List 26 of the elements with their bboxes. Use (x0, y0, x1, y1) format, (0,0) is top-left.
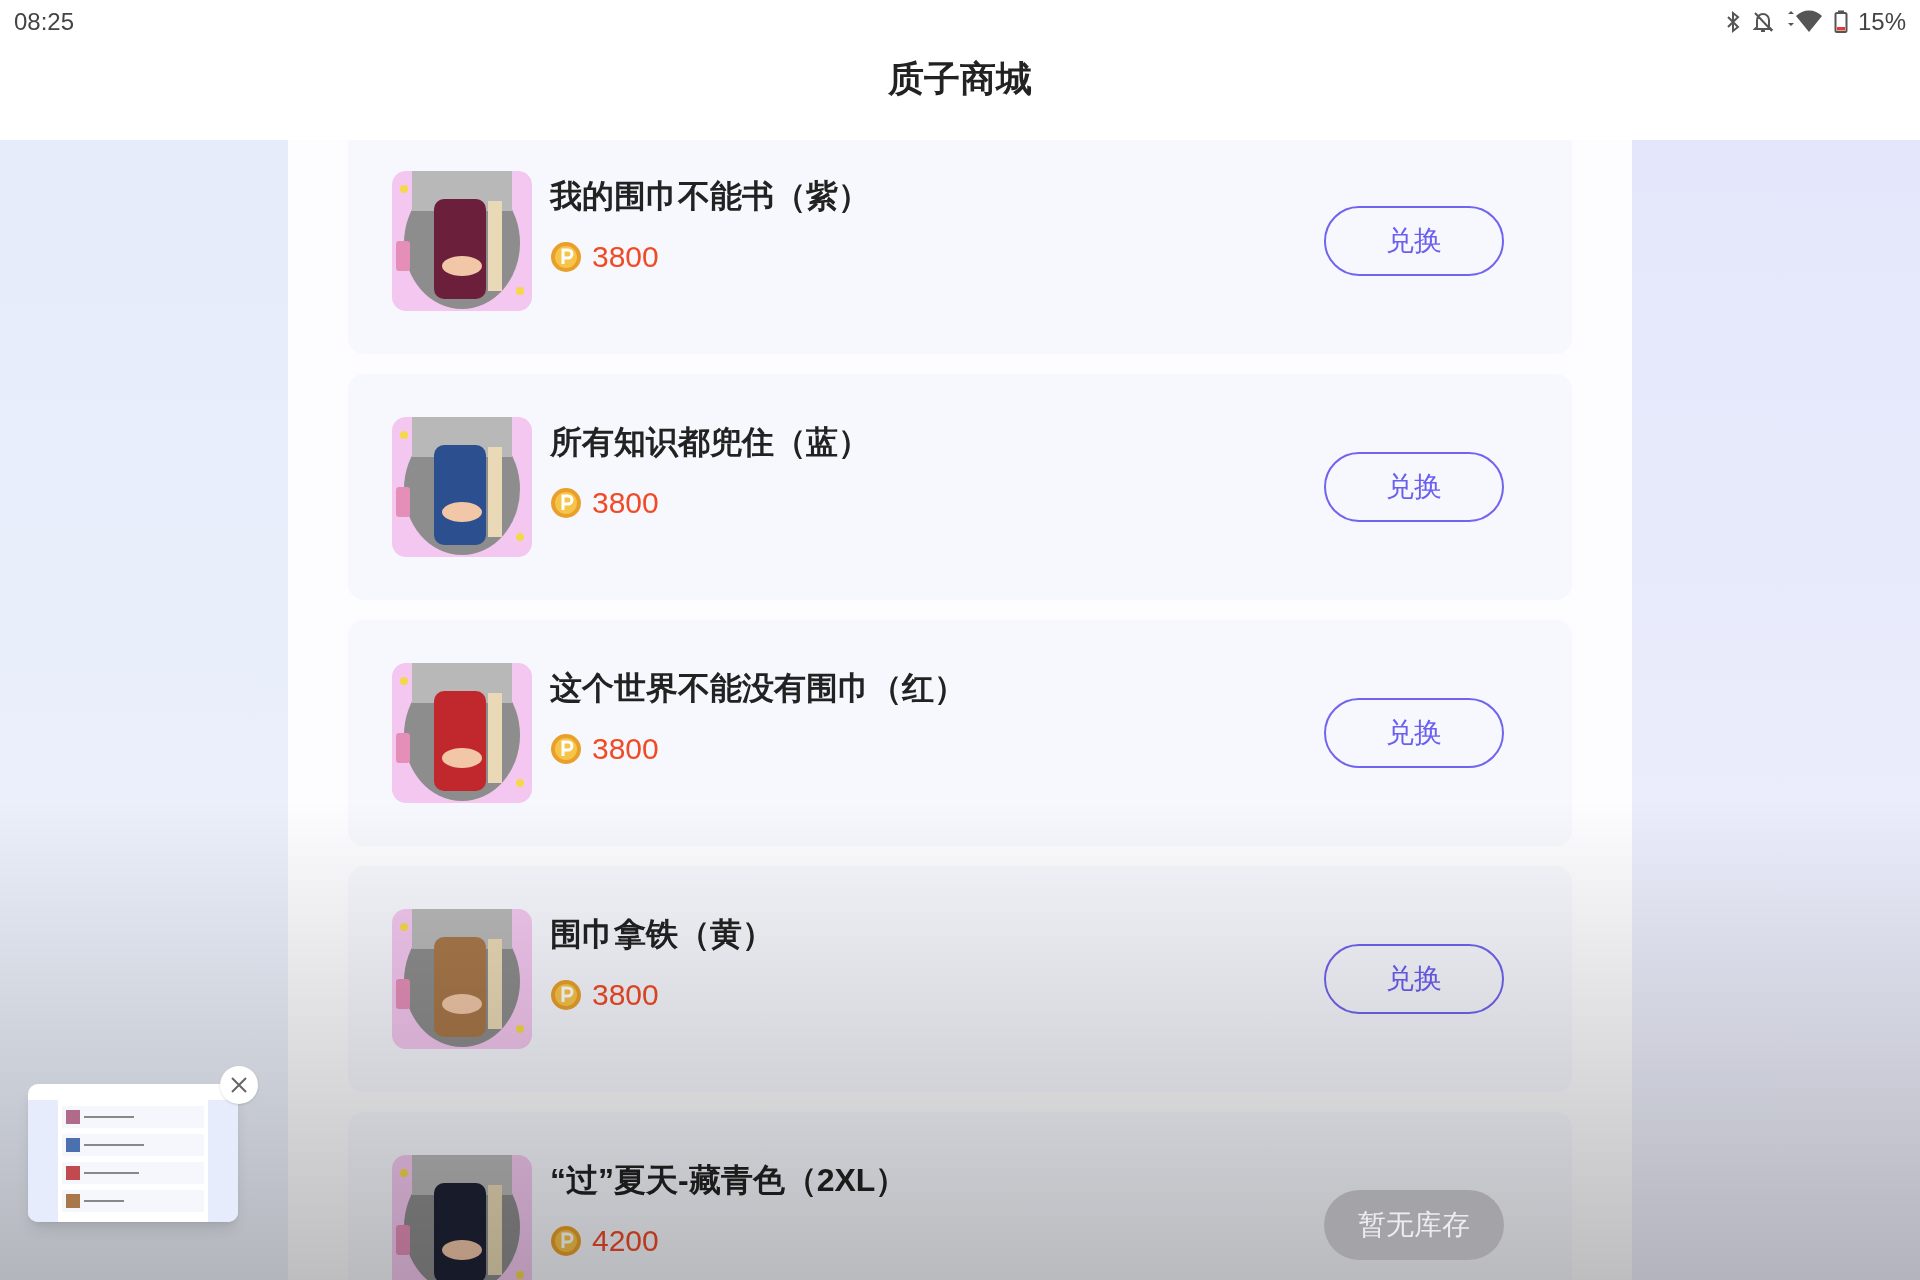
close-icon (230, 1076, 248, 1094)
battery-icon (1833, 10, 1848, 34)
redeem-button[interactable]: 兑换 (1324, 206, 1504, 276)
product-name: 我的围巾不能书（紫） (550, 177, 871, 216)
coin-icon (550, 1224, 582, 1257)
clock: 08:25 (14, 7, 75, 37)
redeem-button[interactable]: 兑换 (1324, 698, 1504, 768)
page-title: 质子商城 (888, 57, 1032, 101)
bell-off-icon (1751, 10, 1774, 34)
price: 3800 (592, 731, 659, 767)
redeem-button[interactable]: 兑换 (1324, 944, 1504, 1014)
redeem-button[interactable]: 兑换 (1324, 452, 1504, 522)
coin-icon (550, 732, 582, 765)
coin-icon (550, 240, 582, 273)
price: 4200 (592, 1223, 659, 1259)
coin-icon (550, 486, 582, 519)
product-name: 这个世界不能没有围巾（红） (550, 669, 967, 708)
price: 3800 (592, 485, 659, 521)
screenshot-preview-card[interactable] (28, 1084, 238, 1222)
product-name: 所有知识都兜住（蓝） (550, 423, 871, 462)
battery-percentage: 15% (1857, 7, 1906, 37)
product-name: 围巾拿铁（黄） (550, 915, 775, 954)
price: 3800 (592, 977, 659, 1013)
product-name: “过”夏天-藏青色（2XL） (550, 1161, 909, 1200)
price: 3800 (592, 239, 659, 275)
coin-icon (550, 978, 582, 1011)
